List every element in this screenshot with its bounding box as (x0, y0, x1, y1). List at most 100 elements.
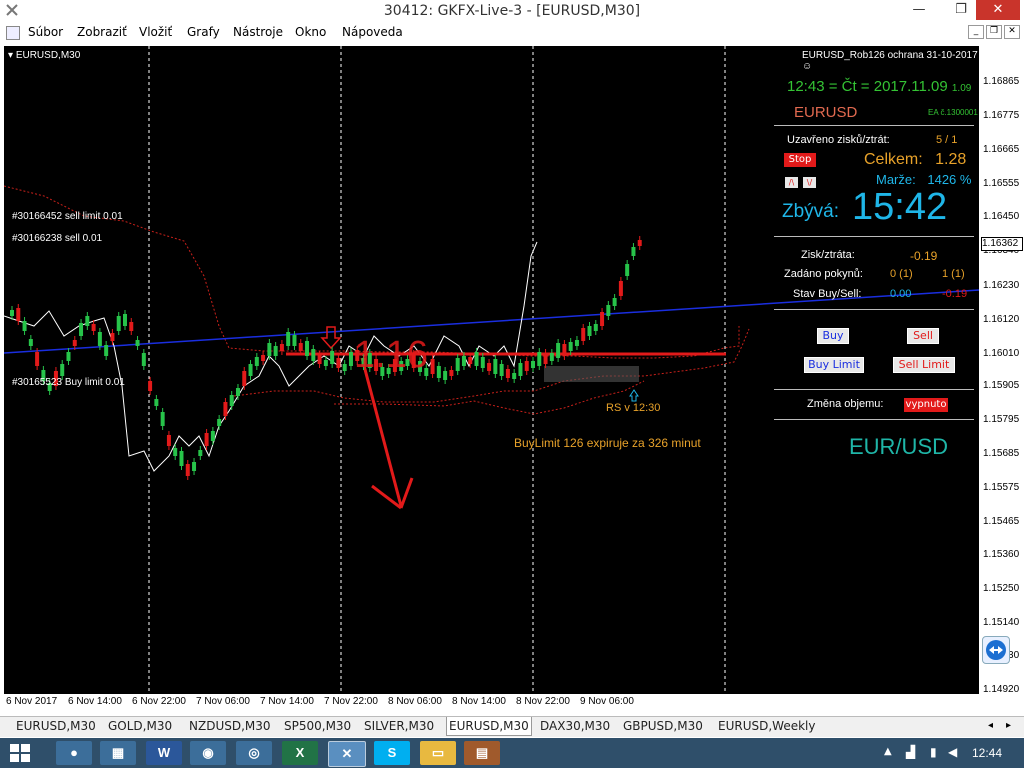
buy-button[interactable]: Buy (817, 328, 849, 344)
orders-buy: 0 (1) (890, 268, 913, 280)
tab-6[interactable]: EURUSD,M30 (446, 717, 532, 736)
sell-limit-button[interactable]: Sell Limit (893, 357, 955, 373)
archive-icon[interactable]: ▤ (464, 741, 500, 765)
child-restore-button[interactable]: ❐ (986, 25, 1002, 39)
volume-label: Změna objemu: (807, 398, 884, 410)
menu-help[interactable]: Nápoveda (342, 25, 403, 39)
candle-body (28, 339, 33, 346)
up-button[interactable]: /\ (785, 177, 798, 188)
tab-5[interactable]: SILVER,M30 (362, 719, 436, 733)
candle-body (91, 324, 96, 331)
tab-scroll-left-icon[interactable]: ◂ (988, 720, 993, 731)
tab-9[interactable]: EURUSD,Weekly (716, 719, 817, 733)
chrome-icon[interactable]: ◎ (236, 741, 272, 765)
volume-toggle-button[interactable]: vypnuto (904, 398, 948, 412)
child-close-button[interactable]: ✕ (1004, 25, 1020, 39)
tab-2[interactable]: GOLD,M30 (106, 719, 174, 733)
battery-icon[interactable]: ▮ (930, 745, 937, 759)
candle-body (60, 364, 65, 376)
current-price-marker: 1.16362 (981, 237, 1023, 251)
taskbar-clock[interactable]: 12:44 (972, 746, 1002, 760)
menu-tools[interactable]: Nástroje (233, 25, 283, 39)
skype-icon[interactable]: S (374, 741, 410, 765)
tab-3[interactable]: NZDUSD,M30 (187, 719, 273, 733)
tab-1[interactable]: EURUSD,M30 (14, 719, 98, 733)
candle-body (35, 352, 40, 366)
candle-body (179, 451, 184, 466)
candle-body (261, 355, 266, 361)
network-icon[interactable]: ▟ (906, 745, 915, 759)
candle-body (160, 412, 165, 426)
candle-body (267, 343, 272, 356)
candle-body (210, 431, 215, 441)
close-button[interactable]: ✕ (976, 0, 1020, 20)
folder-icon[interactable]: ▭ (420, 741, 456, 765)
candle-body (148, 381, 153, 391)
orders-sell: 1 (1) (942, 268, 965, 280)
total-label: Celkem: (864, 151, 923, 168)
candle-body (104, 345, 109, 356)
tool-icon[interactable]: ◉ (190, 741, 226, 765)
candle-body (430, 359, 435, 374)
candle-body (311, 349, 316, 361)
menu-view[interactable]: Zobraziť (77, 25, 127, 39)
tab-scroll-right-icon[interactable]: ▸ (1006, 720, 1011, 731)
menu-file[interactable]: Súbor (28, 25, 63, 39)
candle-body (505, 369, 510, 378)
stop-button[interactable]: Stop (784, 153, 816, 167)
price-tick: 1.15140 (983, 617, 1020, 628)
candle-body (461, 356, 466, 366)
tab-7[interactable]: DAX30,M30 (538, 719, 612, 733)
buy-limit-button[interactable]: Buy Limit (804, 357, 864, 373)
price-tick: 1.15575 (983, 482, 1020, 493)
candle-body (468, 357, 473, 364)
candle-body (348, 352, 353, 366)
ea-time-suffix: 1.09 (951, 83, 972, 94)
candle-body (443, 371, 448, 380)
candle-body (342, 364, 347, 371)
candle-body (618, 281, 623, 296)
price-tick: 1.14920 (983, 684, 1020, 695)
excel-icon[interactable]: X (282, 741, 318, 765)
menu-window[interactable]: Okno (295, 25, 326, 39)
tray-up-icon[interactable]: ▲ (884, 746, 892, 757)
price-tick: 1.16865 (983, 76, 1020, 87)
time-tick: 9 Nov 06:00 (580, 696, 634, 707)
price-chart[interactable]: ▾ EURUSD,M30 EURUSD_Rob126 ochrana 31-10… (4, 46, 979, 694)
consolidation-box (544, 366, 639, 382)
menu-insert[interactable]: Vložiť (139, 25, 172, 39)
candle-body (323, 360, 328, 366)
teamviewer-icon[interactable] (982, 636, 1010, 664)
price-tick: 1.16775 (983, 110, 1020, 121)
price-tick: 1.16120 (983, 314, 1020, 325)
down-arrow (360, 357, 414, 510)
menu-charts[interactable]: Grafy (187, 25, 220, 39)
candle-body (22, 321, 27, 331)
volume-icon[interactable]: ◀ (948, 745, 957, 759)
start-button[interactable] (10, 744, 30, 762)
candle-body (493, 359, 498, 374)
document-icon (6, 26, 20, 40)
child-minimize-button[interactable]: _ (968, 25, 984, 39)
metatrader-icon[interactable]: ✕ (328, 741, 366, 767)
candle-body (254, 357, 259, 366)
candle-body (474, 352, 479, 366)
sell-arrow-icon (320, 326, 342, 350)
minimize-button[interactable]: — (904, 0, 934, 20)
candle-body (129, 322, 134, 331)
candle-body (141, 353, 146, 366)
paint-icon[interactable]: ● (56, 741, 92, 765)
price-tick: 1.15905 (983, 380, 1020, 391)
tab-8[interactable]: GBPUSD,M30 (621, 719, 705, 733)
word-icon[interactable]: W (146, 741, 182, 765)
window-title: 30412: GKFX-Live-3 - [EURUSD,M30] (383, 3, 641, 19)
sell-button[interactable]: Sell (907, 328, 939, 344)
calc-icon[interactable]: ▦ (100, 741, 136, 765)
restore-button[interactable]: ❐ (946, 0, 976, 20)
down-button[interactable]: \/ (803, 177, 816, 188)
candle-body (531, 361, 536, 368)
status-label: Stav Buy/Sell: (793, 288, 862, 300)
tab-4[interactable]: SP500,M30 (282, 719, 353, 733)
candle-body (10, 310, 14, 316)
time-tick: 8 Nov 22:00 (516, 696, 570, 707)
